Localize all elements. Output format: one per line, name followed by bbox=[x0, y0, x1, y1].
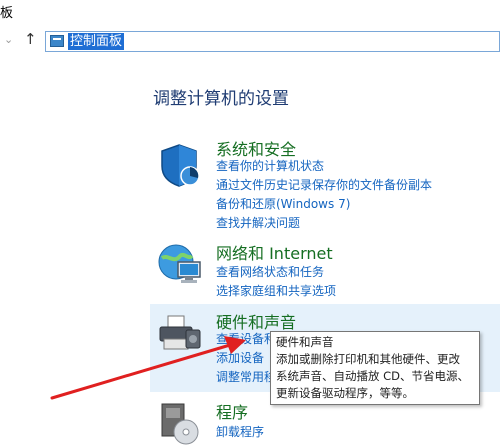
category-title-network-internet[interactable]: 网络和 Internet bbox=[216, 240, 333, 264]
programs-disc-icon[interactable] bbox=[156, 400, 202, 446]
address-row: ⌄ ↑ 控制面板 bbox=[0, 30, 500, 54]
network-globe-icon[interactable] bbox=[156, 240, 202, 286]
control-panel-icon bbox=[50, 35, 64, 47]
link-troubleshoot[interactable]: 查找并解决问题 bbox=[216, 214, 300, 231]
link-file-history[interactable]: 通过文件历史记录保存你的文件备份副本 bbox=[216, 176, 432, 193]
link-backup-restore[interactable]: 备份和还原(Windows 7) bbox=[216, 195, 350, 212]
category-system-security: 系统和安全 查看你的计算机状态 通过文件历史记录保存你的文件备份副本 备份和还原… bbox=[150, 132, 500, 232]
address-path[interactable]: 控制面板 bbox=[68, 33, 125, 50]
link-homegroup-sharing[interactable]: 选择家庭组和共享选项 bbox=[216, 282, 336, 299]
page-heading: 调整计算机的设置 bbox=[153, 89, 289, 109]
chevron-down-icon[interactable]: ⌄ bbox=[4, 33, 13, 46]
link-network-status[interactable]: 查看网络状态和任务 bbox=[216, 263, 324, 280]
tooltip-title: 硬件和声音 bbox=[276, 335, 334, 349]
printer-icon[interactable] bbox=[156, 312, 202, 358]
address-bar[interactable]: 控制面板 bbox=[45, 31, 500, 52]
link-uninstall-program[interactable]: 卸载程序 bbox=[216, 423, 264, 440]
tooltip-line: 更新设备驱动程序，等等。 bbox=[276, 386, 414, 400]
category-title-programs[interactable]: 程序 bbox=[216, 399, 248, 423]
link-view-computer-status[interactable]: 查看你的计算机状态 bbox=[216, 157, 324, 174]
link-add-device[interactable]: 添加设备 bbox=[216, 349, 264, 366]
category-network-internet: 网络和 Internet 查看网络状态和任务 选择家庭组和共享选项 bbox=[150, 236, 500, 298]
shield-icon[interactable] bbox=[156, 142, 202, 188]
tooltip-line: 系统声音、自动播放 CD、节省电源、 bbox=[276, 369, 470, 383]
up-arrow-icon[interactable]: ↑ bbox=[24, 30, 37, 48]
window-title: 板 bbox=[0, 6, 14, 21]
tooltip-hardware-sound: 硬件和声音 添加或删除打印机和其他硬件、更改 系统声音、自动播放 CD、节省电源… bbox=[270, 331, 480, 405]
tooltip-line: 添加或删除打印机和其他硬件、更改 bbox=[276, 352, 460, 366]
